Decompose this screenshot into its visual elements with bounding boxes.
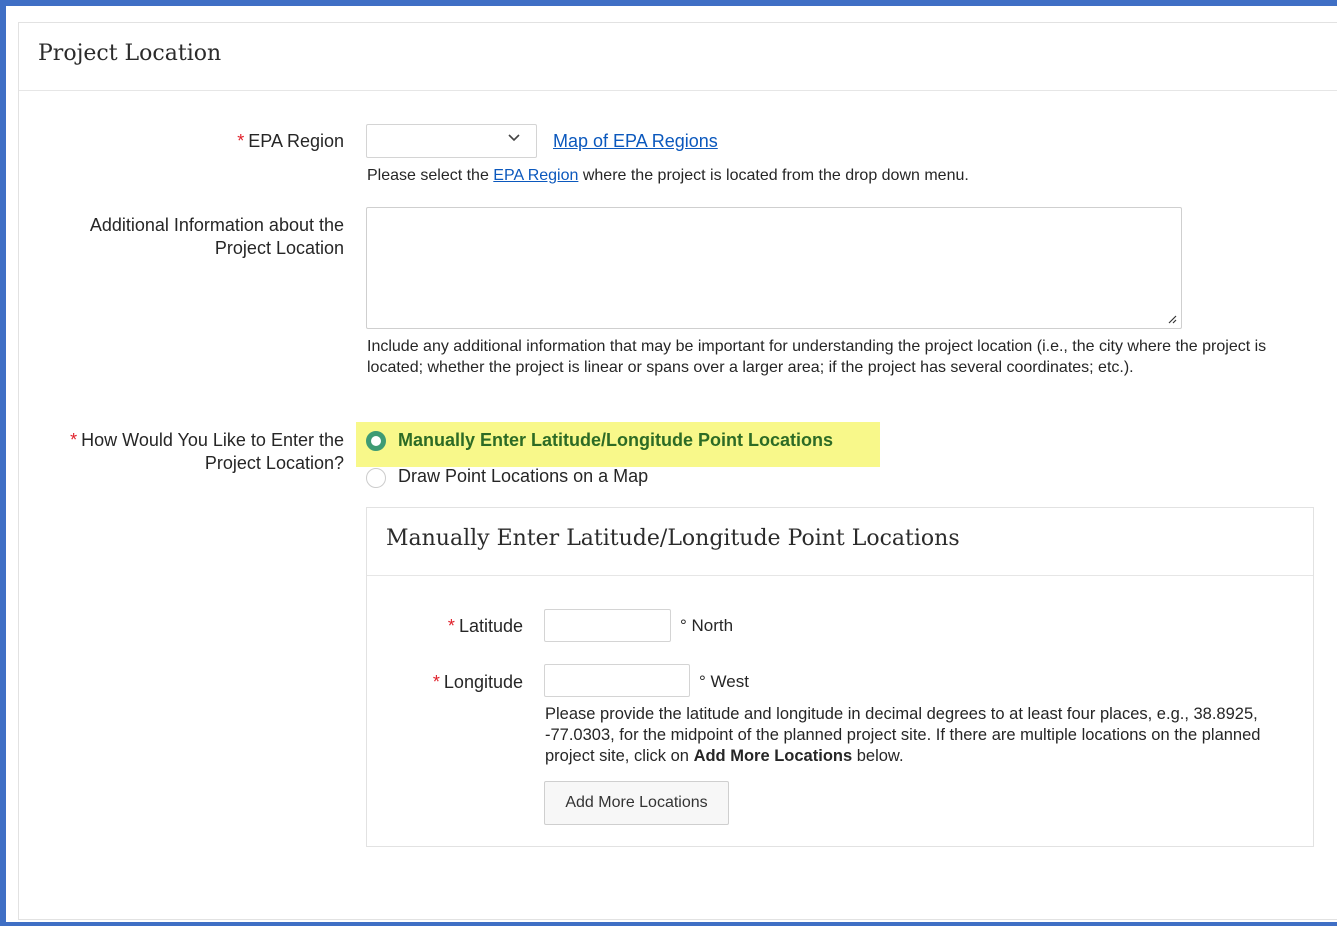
radio-manual-entry[interactable]	[366, 431, 386, 451]
latitude-unit: ° North	[680, 616, 734, 635]
region-header: Project Location	[19, 23, 1337, 91]
epa-help-text-1: Please select the	[367, 167, 494, 184]
latitude-input[interactable]	[544, 609, 671, 642]
manual-entry-region: Manually Enter Latitude/Longitude Point …	[366, 507, 1314, 847]
latitude-label-text: Latitude	[458, 616, 523, 636]
entry-method-label: * How Would You Like to Enter the Project…	[40, 429, 344, 475]
region-title: Project Location	[38, 41, 222, 66]
map-of-epa-regions-link[interactable]: Map of EPA Regions	[553, 131, 718, 152]
required-marker: *	[237, 131, 245, 151]
additional-info-label: Additional Information about the Project…	[89, 215, 344, 258]
latitude-label: * Latitude	[407, 615, 523, 638]
chevron-down-icon	[508, 131, 520, 148]
required-marker: *	[70, 430, 78, 450]
manual-entry-title: Manually Enter Latitude/Longitude Point …	[386, 526, 960, 551]
radio-manual-entry-label[interactable]: Manually Enter Latitude/Longitude Point …	[398, 429, 833, 452]
required-marker: *	[432, 672, 440, 692]
radio-draw-on-map[interactable]	[366, 468, 386, 488]
radio-draw-on-map-label[interactable]: Draw Point Locations on a Map	[398, 465, 648, 488]
additional-info-textarea[interactable]	[366, 207, 1182, 329]
lat-long-help: Please provide the latitude and longitud…	[545, 704, 1300, 767]
epa-region-label: * EPA Region	[100, 130, 344, 153]
epa-region-select[interactable]	[366, 124, 537, 158]
longitude-label-text: Longitude	[443, 672, 523, 692]
longitude-input[interactable]	[544, 664, 690, 697]
additional-info-help: Include any additional information that …	[367, 338, 1267, 376]
resize-handle-icon[interactable]	[1167, 314, 1177, 324]
epa-region-label-text: EPA Region	[248, 131, 344, 151]
add-more-locations-button[interactable]: Add More Locations	[544, 781, 729, 825]
epa-help-text-2: where the project is located from the dr…	[578, 167, 969, 184]
longitude-label: * Longitude	[387, 671, 523, 694]
epa-region-help: Please select the EPA Region where the p…	[367, 165, 1267, 186]
epa-region-help-link[interactable]: EPA Region	[493, 167, 578, 184]
required-marker: *	[447, 616, 455, 636]
manual-entry-header: Manually Enter Latitude/Longitude Point …	[367, 508, 1313, 576]
lat-long-help-end: below.	[852, 747, 904, 765]
entry-method-label-text: How Would You Like to Enter the Project …	[81, 430, 344, 473]
lat-long-help-bold: Add More Locations	[693, 747, 853, 765]
longitude-unit: ° West	[699, 672, 749, 691]
